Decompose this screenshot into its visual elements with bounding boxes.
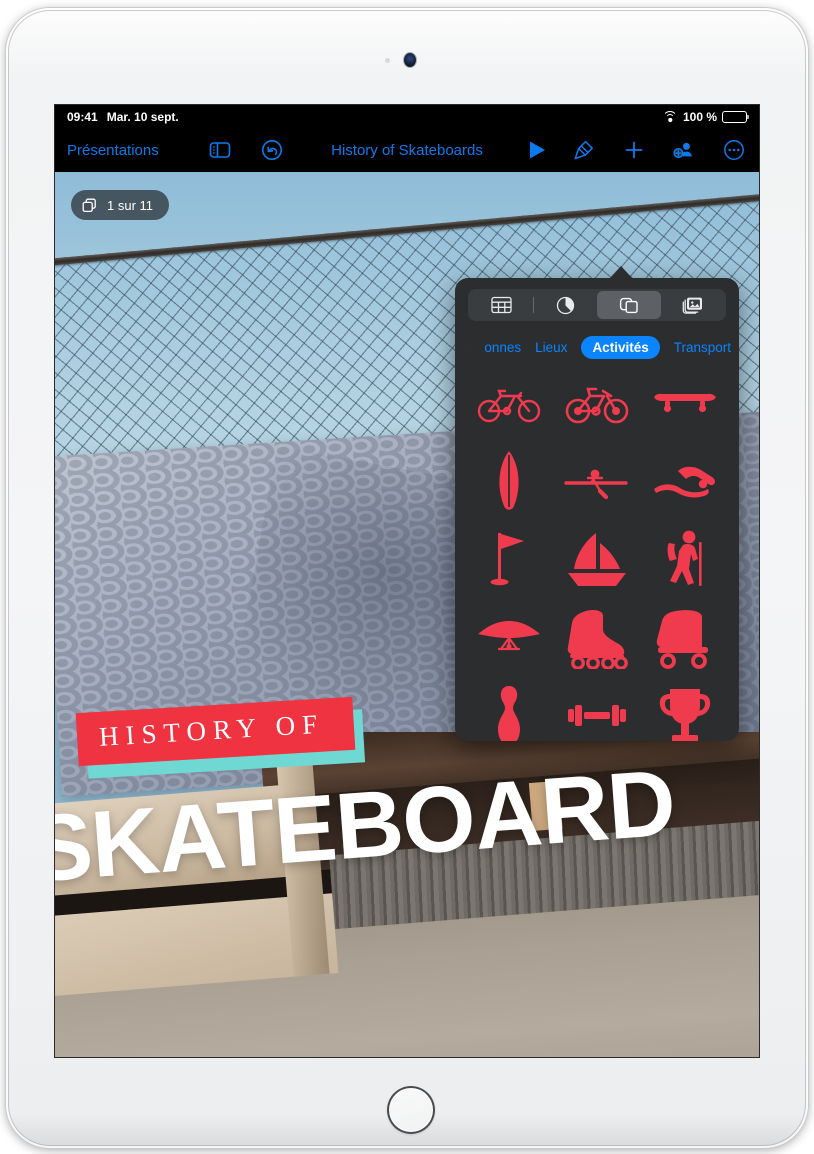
chart-segment[interactable] (534, 291, 598, 319)
sidebar-toggle-icon[interactable] (207, 137, 233, 163)
bowling-pin-shape[interactable] (465, 680, 553, 741)
swimmer-shape[interactable] (641, 446, 729, 518)
insert-type-segmented-control (468, 289, 726, 321)
battery-percent-label: 100 % (682, 109, 717, 124)
status-time: 09:41 (67, 109, 98, 124)
toolbar-left-group: Présentations (67, 137, 285, 163)
slide-counter-label: 1 sur 11 (107, 197, 154, 213)
media-icon (682, 297, 702, 314)
toolbar-right-group (528, 137, 747, 163)
wifi-icon (662, 111, 678, 122)
search-icon[interactable] (469, 339, 471, 356)
back-to-presentations-button[interactable]: Présentations (67, 142, 159, 159)
skateboard-shape[interactable] (641, 368, 729, 440)
inline-skate-shape[interactable] (553, 602, 641, 674)
sailboat-shape[interactable] (553, 524, 641, 596)
status-bar-left: 09:41 Mar. 10 sept. (67, 110, 179, 124)
hiker-shape[interactable] (641, 524, 729, 596)
category-lieux[interactable]: Lieux (535, 340, 567, 355)
shapes-segment[interactable] (597, 291, 661, 319)
ipad-screen: 09:41 Mar. 10 sept. 100 % History of Ska… (55, 105, 759, 1057)
insert-shapes-popover: onnes Lieux Activités Transport (455, 278, 739, 741)
shapes-icon (619, 297, 638, 313)
status-date: Mar. 10 sept. (106, 109, 179, 124)
format-brush-icon[interactable] (571, 137, 597, 163)
rowing-shape[interactable] (553, 446, 641, 518)
shape-category-row[interactable]: onnes Lieux Activités Transport (455, 334, 739, 360)
popover-pointer-arrow (610, 266, 632, 278)
road-bicycle-shape[interactable] (465, 368, 553, 440)
hang-glider-shape[interactable] (465, 602, 553, 674)
surfboard-shape[interactable] (465, 446, 553, 518)
trophy-shape[interactable] (641, 680, 729, 741)
category-activites[interactable]: Activités (581, 335, 660, 359)
roller-skate-shape[interactable] (641, 602, 729, 674)
play-icon[interactable] (528, 140, 547, 160)
slide-counter-pill[interactable]: 1 sur 11 (71, 190, 170, 220)
pie-chart-icon (556, 296, 574, 314)
golf-flag-shape[interactable] (465, 524, 553, 596)
ambient-light-sensor (385, 58, 390, 63)
undo-icon[interactable] (259, 137, 285, 163)
category-personnes[interactable]: onnes (484, 340, 521, 355)
status-bar-right: 100 % (662, 109, 750, 124)
status-bar: 09:41 Mar. 10 sept. 100 % (55, 105, 759, 128)
front-camera (404, 53, 416, 67)
category-transport[interactable]: Transport (674, 340, 731, 355)
battery-icon (722, 110, 750, 123)
dumbbell-shape[interactable] (553, 680, 641, 741)
mountain-bicycle-shape[interactable] (553, 368, 641, 440)
app-toolbar: History of Skateboards Présentations (55, 128, 759, 172)
slides-stack-icon (82, 198, 96, 212)
shape-grid (455, 368, 739, 741)
ellipsis-icon[interactable] (721, 137, 747, 163)
home-button[interactable] (387, 1086, 435, 1134)
table-segment[interactable] (470, 291, 534, 319)
media-segment[interactable] (661, 291, 725, 319)
add-person-icon[interactable] (671, 137, 697, 163)
table-icon (491, 296, 512, 314)
slide-canvas[interactable]: HISTORY OF SKATEBOARD 1 sur 11 onnes Lie… (55, 172, 759, 1057)
plus-icon[interactable] (621, 137, 647, 163)
